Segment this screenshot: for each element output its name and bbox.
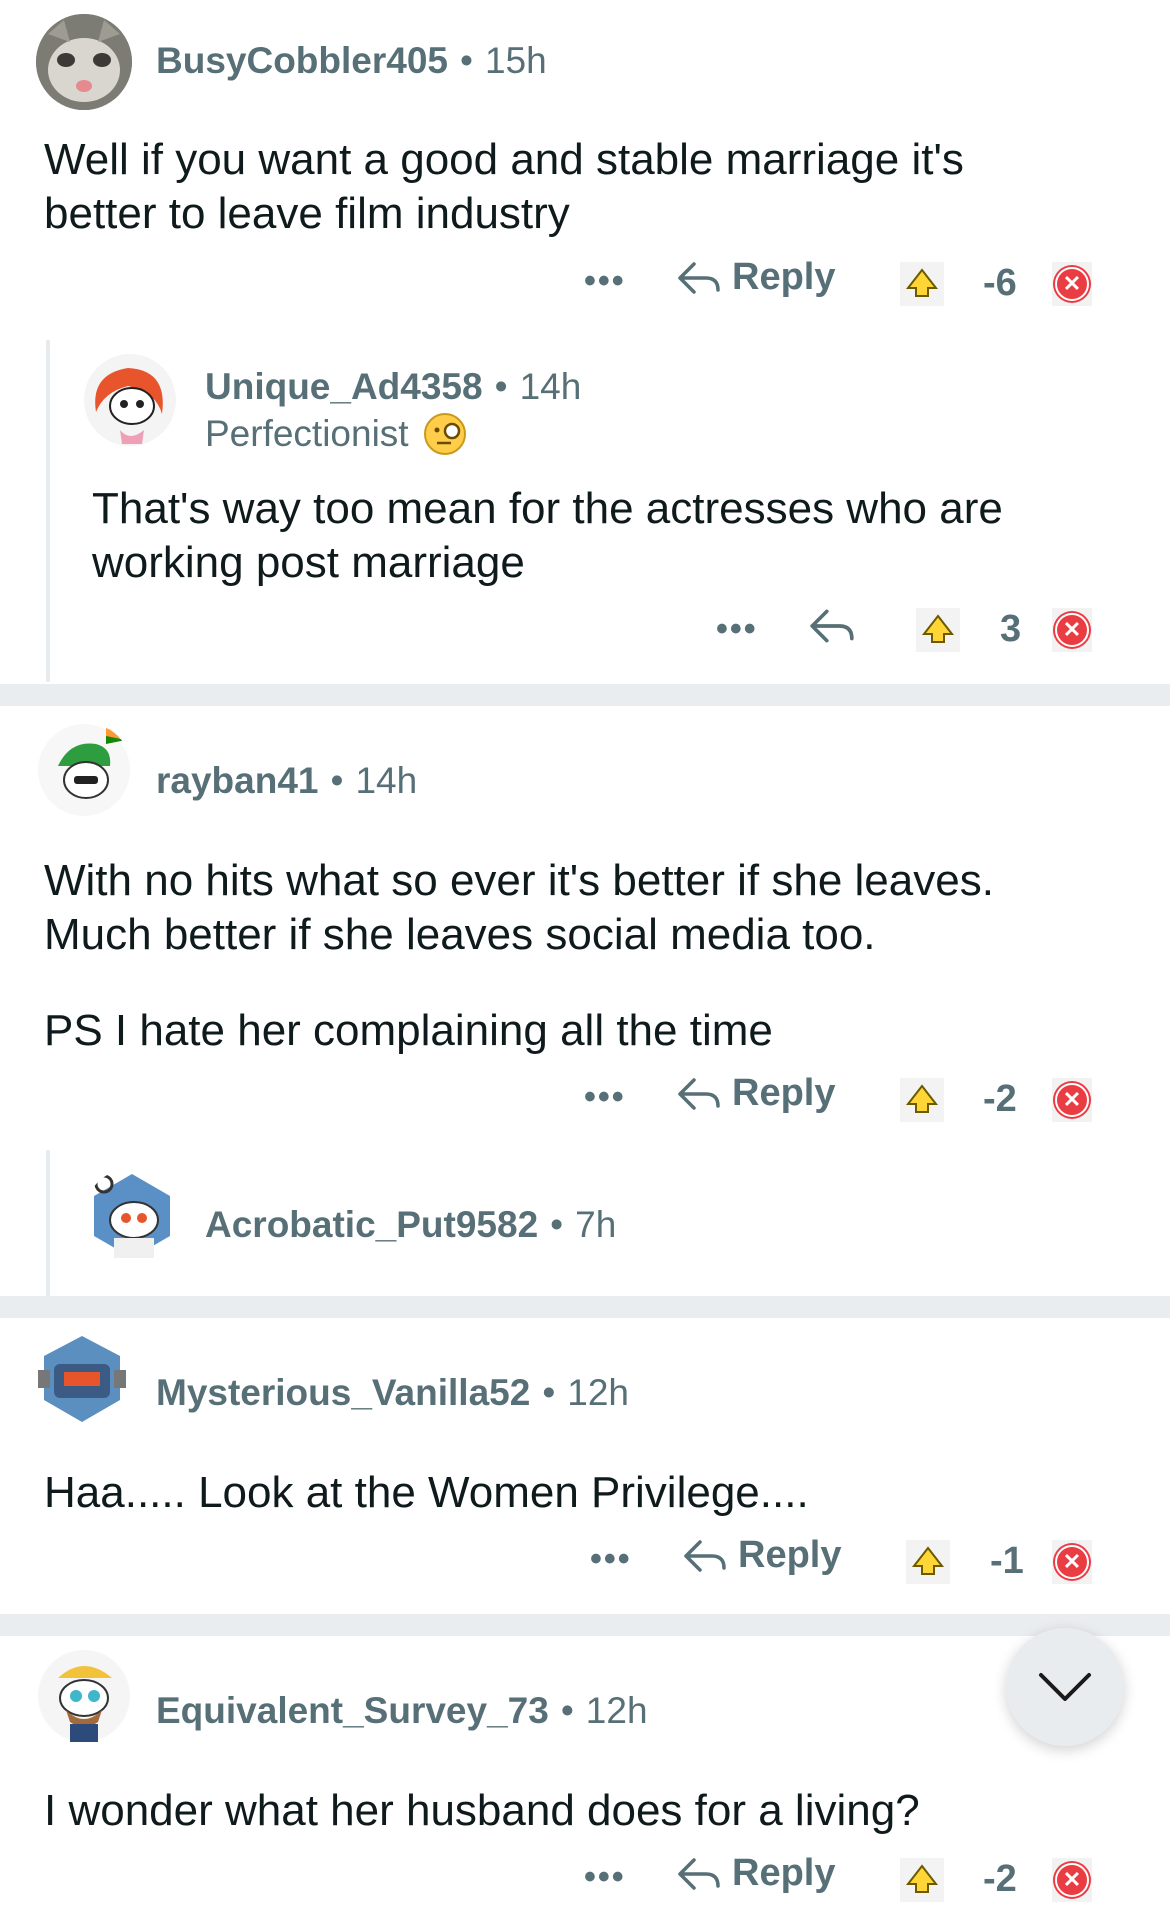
avatar[interactable] (30, 1326, 126, 1422)
username[interactable]: Unique_Ad4358 (205, 366, 483, 407)
timestamp: 12h (585, 1690, 648, 1731)
monocle-face-icon (423, 413, 466, 455)
upvote-icon[interactable] (906, 1540, 950, 1584)
comment-body: Haa..... Look at the Women Privilege.... (44, 1468, 809, 1517)
thread-line[interactable] (46, 340, 50, 682)
downvote-icon: ✕ (1055, 1083, 1089, 1117)
downvote-button[interactable]: ✕ (1052, 1540, 1092, 1584)
more-icon[interactable]: ••• (584, 1858, 626, 1897)
avatar[interactable] (36, 14, 132, 110)
comment-meta: rayban41 • 14h (156, 760, 418, 801)
vote-score: -2 (983, 1858, 1017, 1900)
vote-score: -1 (990, 1540, 1024, 1582)
comment-body: With no hits what so ever it's better if… (44, 856, 994, 959)
downvote-icon: ✕ (1055, 613, 1089, 647)
reply-button[interactable]: Reply (676, 256, 835, 299)
downvote-button[interactable]: ✕ (1052, 1078, 1092, 1122)
upvote-icon[interactable] (916, 608, 960, 652)
reply-arrow-icon (684, 1539, 726, 1572)
reply-button[interactable]: Reply (682, 1534, 841, 1577)
more-icon[interactable]: ••• (584, 262, 626, 301)
reply-arrow-icon (678, 1857, 720, 1890)
downvote-button[interactable]: ✕ (1052, 1858, 1092, 1902)
username[interactable]: BusyCobbler405 (156, 40, 448, 81)
username[interactable]: Equivalent_Survey_73 (156, 1690, 549, 1731)
comment-separator (0, 1296, 1170, 1318)
vote-score: 3 (1000, 608, 1022, 650)
comment-separator (0, 1614, 1170, 1636)
username[interactable]: Acrobatic_Put9582 (205, 1204, 538, 1245)
comment-body: That's way too mean for the actresses wh… (92, 484, 1003, 587)
upvote-icon[interactable] (900, 1078, 944, 1122)
reply-button[interactable]: Reply (676, 1852, 835, 1895)
user-flair: Perfectionist (205, 412, 467, 456)
downvote-icon: ✕ (1055, 1863, 1089, 1897)
more-icon[interactable]: ••• (590, 1540, 632, 1579)
downvote-button[interactable]: ✕ (1052, 262, 1092, 306)
timestamp: 7h (575, 1204, 617, 1245)
comment-meta: BusyCobbler405 • 15h (156, 40, 547, 81)
timestamp: 14h (519, 366, 582, 407)
comment-body: Well if you want a good and stable marri… (44, 135, 964, 238)
comment-body-paragraph: PS I hate her complaining all the time (44, 1006, 773, 1055)
scroll-next-button[interactable] (1006, 1628, 1124, 1746)
more-icon[interactable]: ••• (716, 610, 758, 649)
comment-meta: Equivalent_Survey_73 • 12h (156, 1690, 648, 1731)
reply-arrow-icon (678, 261, 720, 294)
avatar[interactable] (36, 1648, 132, 1744)
avatar[interactable] (82, 352, 178, 448)
downvote-icon: ✕ (1055, 267, 1089, 301)
comment-separator (0, 684, 1170, 706)
upvote-icon[interactable] (900, 1858, 944, 1902)
chevron-down-icon (1039, 1673, 1091, 1701)
vote-score: -6 (983, 262, 1017, 304)
downvote-button[interactable]: ✕ (1052, 608, 1092, 652)
reply-arrow-icon (678, 1077, 720, 1110)
vote-score: -2 (983, 1078, 1017, 1120)
avatar[interactable] (84, 1168, 180, 1264)
more-icon[interactable]: ••• (584, 1078, 626, 1117)
reply-button[interactable]: Reply (676, 1072, 835, 1115)
comment-body: I wonder what her husband does for a liv… (44, 1786, 920, 1835)
comment-meta: Acrobatic_Put9582 • 7h (205, 1204, 617, 1245)
timestamp: 12h (567, 1372, 630, 1413)
thread-line[interactable] (46, 1150, 50, 1296)
timestamp: 15h (484, 40, 547, 81)
comment-meta: Mysterious_Vanilla52 • 12h (156, 1372, 630, 1413)
username[interactable]: rayban41 (156, 760, 319, 801)
comment-meta: Unique_Ad4358 • 14h (205, 366, 582, 407)
reply-button[interactable] (808, 604, 856, 648)
username[interactable]: Mysterious_Vanilla52 (156, 1372, 530, 1413)
upvote-icon[interactable] (900, 262, 944, 306)
timestamp: 14h (355, 760, 418, 801)
avatar[interactable] (36, 722, 132, 818)
downvote-icon: ✕ (1055, 1545, 1089, 1579)
